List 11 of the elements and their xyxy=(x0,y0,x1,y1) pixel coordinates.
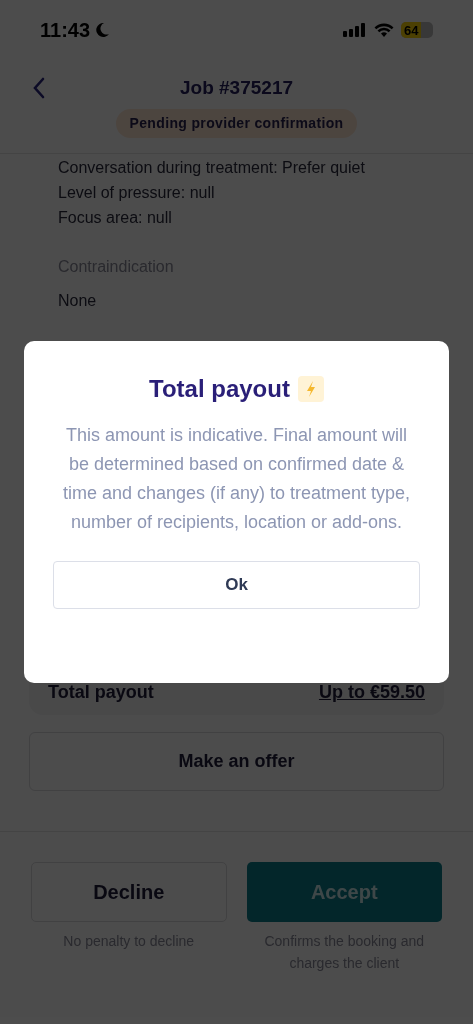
preference-text: Conversation during treatment: Prefer quiet xyxy=(58,158,366,178)
preference-text: Level of pressure: null xyxy=(58,183,216,203)
payout-label: Total payout xyxy=(48,681,154,704)
clock: 11:43 xyxy=(40,18,91,43)
section-value: None xyxy=(58,291,98,311)
lightning-icon xyxy=(297,376,324,402)
page-title: Job #375217 xyxy=(180,76,293,100)
preference-text: Focus area: null xyxy=(58,208,173,228)
ok-button[interactable]: Ok xyxy=(53,561,420,609)
dialog-title: Total payout xyxy=(149,374,290,404)
dialog-message: This amount is indicative. Final amount will be determined based on confirmed date & time and changes (if any) to treatment type, number of recipients, location or add-ons. xyxy=(61,424,412,534)
